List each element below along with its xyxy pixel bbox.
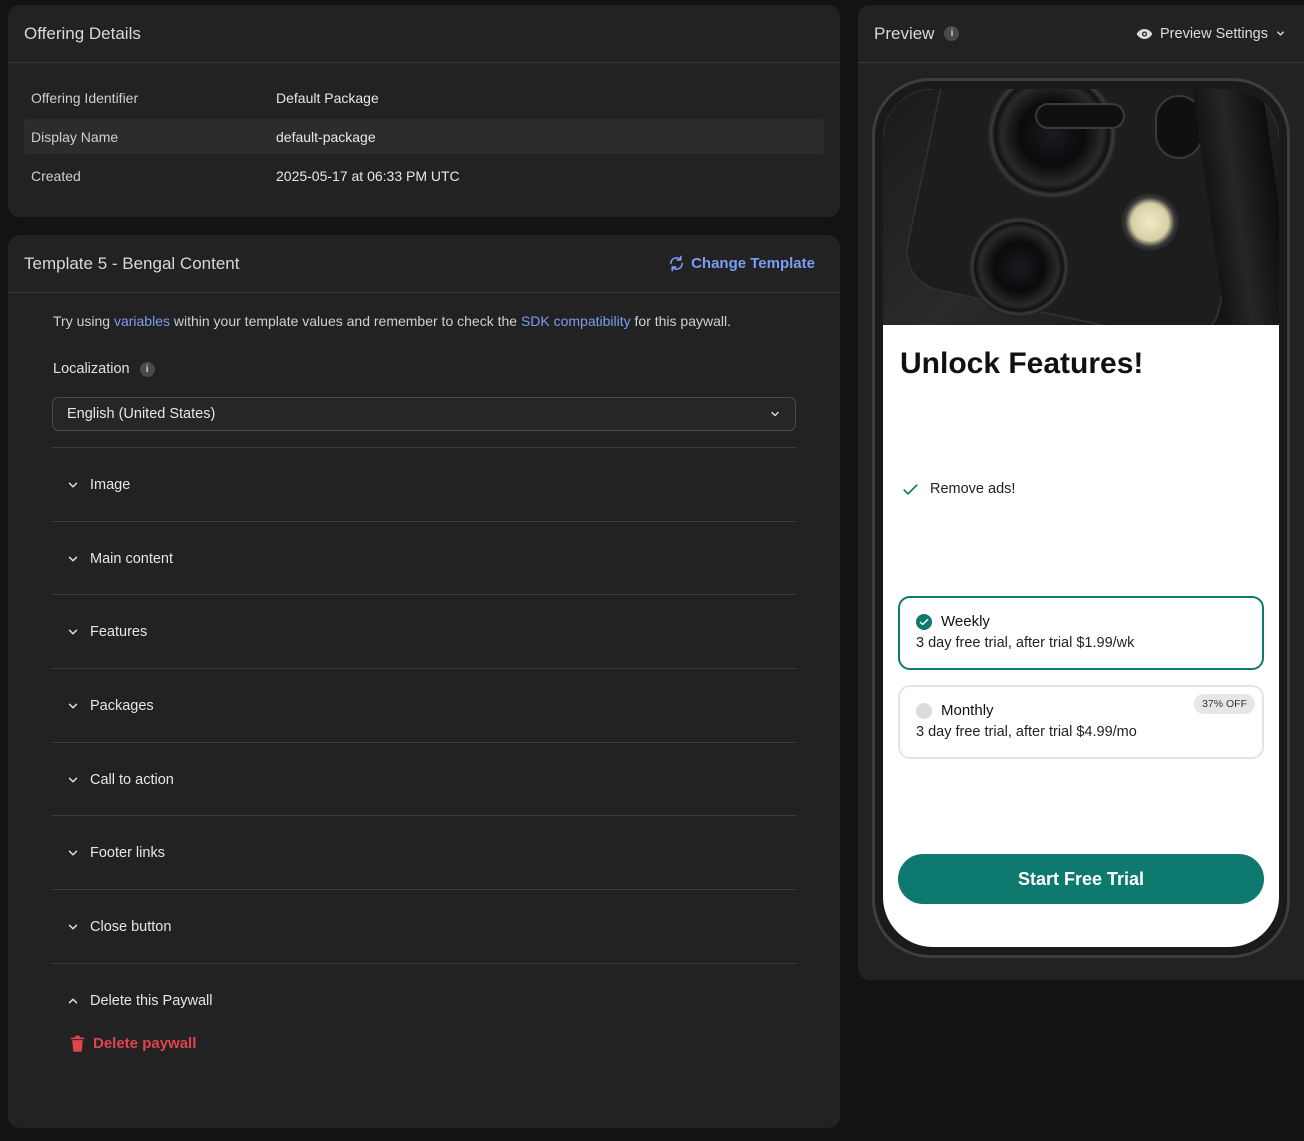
chevron-down-icon (68, 702, 78, 709)
feature-item: Remove ads! (903, 481, 1015, 497)
section-label: Footer links (90, 844, 165, 861)
localization-value: English (United States) (67, 406, 216, 422)
template-panel: Template 5 - Bengal Content Change Templ… (8, 235, 840, 1128)
package-name: Weekly (941, 613, 990, 630)
created-label: Created (31, 167, 81, 184)
section-label: Main content (90, 550, 174, 567)
offering-identifier-link[interactable]: Default Package (276, 90, 379, 106)
hint-text-3: for this paywall. (630, 313, 732, 329)
chevron-down-icon (771, 411, 779, 417)
hint-text-1: Try using (53, 313, 114, 329)
template-title: Template 5 - Bengal Content (24, 253, 240, 273)
chevron-down-icon (1277, 31, 1284, 36)
section-call-to-action[interactable]: Call to action (52, 742, 796, 816)
discount-badge: 37% OFF (1194, 694, 1255, 714)
created-row: Created 2025-05-17 at 06:33 PM UTC (24, 158, 824, 193)
radio-checked-icon (916, 613, 932, 630)
package-description: 3 day free trial, after trial $4.99/mo (916, 724, 1137, 740)
variables-link[interactable]: variables (114, 313, 170, 329)
chevron-down-icon (68, 555, 78, 562)
swap-icon (670, 255, 684, 272)
info-icon[interactable]: i (944, 26, 960, 41)
paywall-title: Unlock Features! (900, 347, 1144, 380)
section-delete-paywall[interactable]: Delete this Paywall (52, 963, 796, 1037)
info-icon[interactable]: i (139, 361, 155, 377)
chevron-down-icon (68, 776, 78, 783)
preview-settings-button[interactable]: Preview Settings (1136, 26, 1286, 42)
sdk-compatibility-link[interactable]: SDK compatibility (521, 313, 631, 329)
package-name: Monthly (941, 702, 994, 719)
chevron-down-icon (68, 481, 78, 488)
hero-image (883, 89, 1279, 325)
localization-label-row: Localization i (53, 361, 155, 377)
display-name-label: Display Name (31, 128, 119, 145)
offering-identifier-row: Offering Identifier Default Package (24, 80, 824, 115)
section-label: Image (90, 476, 131, 493)
eye-icon (1136, 28, 1153, 39)
chevron-down-icon (68, 923, 78, 930)
change-template-label: Change Template (691, 255, 815, 272)
offering-details-header: Offering Details (8, 5, 840, 63)
template-hint: Try using variables within your template… (53, 313, 731, 329)
change-template-button[interactable]: Change Template (668, 255, 815, 272)
phone-frame: Unlock Features! Remove ads! Weekly 3 da… (872, 78, 1290, 958)
section-label: Delete this Paywall (90, 992, 213, 1009)
checkmark-icon (903, 483, 918, 495)
chevron-down-icon (68, 849, 78, 856)
preview-title-row: Preview i (874, 23, 960, 44)
preview-header: Preview i Preview Settings (858, 5, 1304, 63)
localization-label: Localization (53, 361, 130, 377)
package-header: Weekly (916, 613, 1262, 630)
section-packages[interactable]: Packages (52, 668, 796, 742)
section-label: Packages (90, 697, 154, 714)
section-image[interactable]: Image (52, 447, 796, 521)
display-name-row: Display Name default-package (24, 119, 824, 154)
start-free-trial-button[interactable]: Start Free Trial (898, 854, 1264, 904)
preview-settings-label: Preview Settings (1160, 25, 1268, 42)
delete-paywall-button[interactable]: Delete paywall (70, 1035, 196, 1052)
section-label: Close button (90, 918, 172, 935)
preview-title: Preview (874, 23, 935, 43)
section-label: Features (90, 623, 148, 640)
template-header: Template 5 - Bengal Content Change Templ… (8, 235, 840, 293)
offering-details-panel: Offering Details Offering Identifier Def… (8, 5, 840, 217)
delete-paywall-label: Delete paywall (93, 1035, 197, 1052)
trash-icon (70, 1035, 85, 1052)
paywall-screen: Unlock Features! Remove ads! Weekly 3 da… (883, 89, 1279, 947)
package-monthly[interactable]: Monthly 3 day free trial, after trial $4… (898, 685, 1264, 759)
localization-select[interactable]: English (United States) (52, 397, 796, 431)
section-close-button[interactable]: Close button (52, 889, 796, 963)
preview-panel: Preview i Preview Settings Unlock Featur… (858, 5, 1304, 980)
display-name-value: default-package (276, 128, 376, 145)
offering-identifier-label: Offering Identifier (31, 89, 139, 106)
created-value: 2025-05-17 at 06:33 PM UTC (276, 167, 460, 184)
package-weekly[interactable]: Weekly 3 day free trial, after trial $1.… (898, 596, 1264, 670)
package-description: 3 day free trial, after trial $1.99/wk (916, 635, 1135, 651)
section-footer-links[interactable]: Footer links (52, 815, 796, 889)
section-label: Call to action (90, 771, 174, 788)
chevron-down-icon (68, 628, 78, 635)
section-features[interactable]: Features (52, 594, 796, 668)
offering-details-title: Offering Details (24, 23, 141, 43)
radio-unchecked-icon (916, 702, 932, 719)
section-main-content[interactable]: Main content (52, 521, 796, 595)
chevron-up-icon (68, 997, 78, 1004)
feature-label: Remove ads! (930, 481, 1016, 497)
hint-text-2: within your template values and remember… (169, 313, 521, 329)
